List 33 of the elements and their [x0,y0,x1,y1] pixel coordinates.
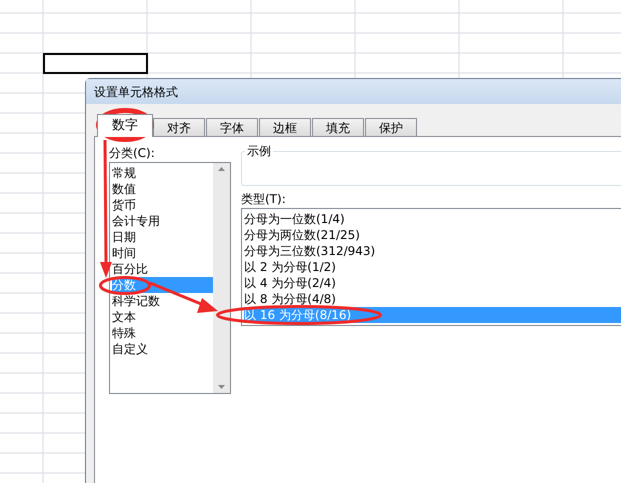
category-item[interactable]: 货币 [112,197,213,213]
tab[interactable]: 字体 [206,118,258,137]
category-item[interactable]: 时间 [112,245,213,261]
category-item[interactable]: 数值 [112,181,213,197]
tab[interactable]: 保护 [365,118,417,137]
category-item[interactable]: 百分比 [112,261,213,277]
category-item[interactable]: 文本 [112,309,213,325]
tab[interactable]: 边框 [259,118,311,137]
dialog-title: 设置单元格格式 [94,84,178,100]
category-item[interactable]: 日期 [112,229,213,245]
type-item[interactable]: 以 8 为分母(4/8) [244,291,621,307]
tab[interactable]: 对齐 [153,118,205,137]
scroll-up-icon[interactable] [218,167,225,171]
annotation-circle [99,276,151,295]
category-label: 分类(C): [109,145,156,161]
type-item[interactable]: 以 4 为分母(2/4) [244,275,621,291]
tab[interactable]: 填充 [312,118,364,137]
type-label: 类型(T): [241,192,287,207]
category-item[interactable]: 科学记数 [112,293,213,309]
type-item[interactable]: 以 2 为分母(1/2) [244,259,621,275]
tab[interactable]: 数字 [97,114,153,137]
category-item[interactable]: 特殊 [112,325,213,341]
category-item[interactable]: 自定义 [112,341,213,357]
scroll-down-icon[interactable] [218,385,225,389]
type-item[interactable]: 分母为一位数(1/4) [244,211,621,227]
type-item[interactable]: 分母为两位数(21/25) [244,227,621,243]
sample-label: 示例 [245,144,273,158]
category-item[interactable]: 常规 [112,165,213,181]
category-item[interactable]: 会计专用 [112,213,213,229]
annotation-circle [96,108,154,142]
selected-cell[interactable] [43,53,148,74]
scrollbar[interactable] [213,163,230,393]
type-item[interactable]: 分母为三位数(312/943) [244,243,621,259]
